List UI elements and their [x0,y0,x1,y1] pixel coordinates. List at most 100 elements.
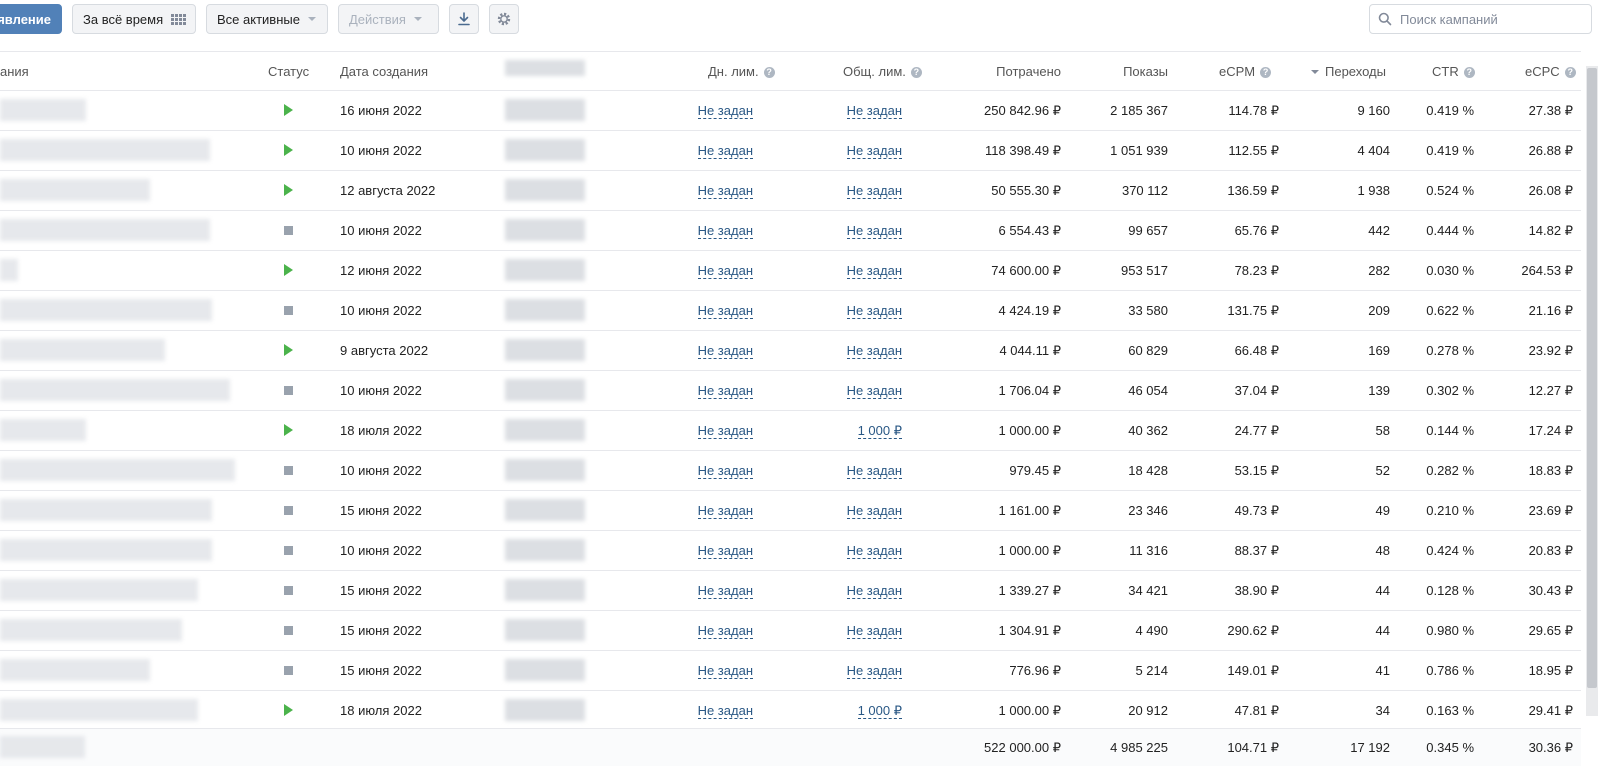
day-limit-value[interactable]: Не задан [697,263,753,279]
day-limit-link[interactable]: Не задан [697,663,753,679]
campaign-name-blurred[interactable] [0,419,86,441]
help-icon[interactable]: ? [910,67,922,78]
total-limit-link[interactable]: Не задан [846,223,902,239]
settings-button[interactable] [489,4,519,34]
header-clicks[interactable]: Переходы [1311,64,1386,79]
status-stopped-icon[interactable] [284,546,293,555]
total-limit-value[interactable]: Не задан [846,463,902,479]
header-status[interactable]: Статус [268,64,309,79]
help-icon[interactable]: ? [1564,67,1576,78]
total-limit-link[interactable]: Не задан [846,463,902,479]
total-limit-value[interactable]: Не задан [846,623,902,639]
total-limit-value[interactable]: 1 000 ₽ [857,703,902,719]
create-ad-button[interactable]: ъявление [0,4,62,34]
total-limit-value[interactable]: Не задан [846,543,902,559]
day-limit-link[interactable]: Не задан [697,383,753,399]
total-limit-link[interactable]: 1 000 ₽ [857,703,902,719]
day-limit-link[interactable]: Не задан [697,143,753,159]
status-stopped-icon[interactable] [284,226,293,235]
total-limit-link[interactable]: Не задан [846,543,902,559]
table-row[interactable]: 10 июня 2022 Не задан Не задан 118 398.49 ₽… [0,131,1581,171]
total-limit-link[interactable]: Не задан [846,663,902,679]
status-stopped-icon[interactable] [284,586,293,595]
total-limit-link[interactable]: Не задан [846,343,902,359]
day-limit-link[interactable]: Не задан [697,303,753,319]
day-limit-value[interactable]: Не задан [697,423,753,439]
status-active-icon[interactable] [284,104,293,116]
total-limit-value[interactable]: Не задан [846,223,902,239]
total-limit-value[interactable]: Не задан [846,343,902,359]
table-row[interactable]: 12 июня 2022 Не задан Не задан 74 600.00 ₽ 9… [0,251,1581,291]
status-stopped-icon[interactable] [284,306,293,315]
actions-dropdown[interactable]: Действия [338,4,439,34]
day-limit-value[interactable]: Не задан [697,623,753,639]
day-limit-value[interactable]: Не задан [697,223,753,239]
table-row[interactable]: 15 июня 2022 Не задан Не задан 1 339.27 ₽ 34… [0,571,1581,611]
campaign-name-blurred[interactable] [0,99,86,121]
day-limit-value[interactable]: Не задан [697,103,753,119]
status-active-icon[interactable] [284,704,293,716]
scrollbar-thumb[interactable] [1587,68,1597,688]
campaign-name-blurred[interactable] [0,619,182,641]
table-row[interactable]: 10 июня 2022 Не задан Не задан 979.45 ₽ 18 4… [0,451,1581,491]
header-day-limit[interactable]: Дн. лим.? [708,64,775,79]
campaign-name-blurred[interactable] [0,459,235,481]
day-limit-link[interactable]: Не задан [697,103,753,119]
campaign-name-blurred[interactable] [0,659,150,681]
day-limit-link[interactable]: Не задан [697,463,753,479]
total-limit-value[interactable]: Не задан [846,143,902,159]
day-limit-link[interactable]: Не задан [697,543,753,559]
day-limit-value[interactable]: Не задан [697,463,753,479]
day-limit-link[interactable]: Не задан [697,623,753,639]
header-impressions[interactable]: Показы [1123,64,1168,79]
total-limit-link[interactable]: Не задан [846,303,902,319]
table-row[interactable]: 10 июня 2022 Не задан Не задан 1 706.04 ₽ 46… [0,371,1581,411]
status-active-icon[interactable] [284,264,293,276]
total-limit-value[interactable]: Не задан [846,103,902,119]
total-limit-link[interactable]: Не задан [846,503,902,519]
campaign-name-blurred[interactable] [0,139,210,161]
day-limit-value[interactable]: Не задан [697,143,753,159]
day-limit-value[interactable]: Не задан [697,703,753,719]
day-limit-value[interactable]: Не задан [697,183,753,199]
campaign-search[interactable] [1369,4,1592,34]
day-limit-value[interactable]: Не задан [697,343,753,359]
table-row[interactable]: 9 августа 2022 Не задан Не задан 4 044.11 ₽… [0,331,1581,371]
total-limit-value[interactable]: Не задан [846,663,902,679]
status-stopped-icon[interactable] [284,506,293,515]
total-limit-value[interactable]: Не задан [846,263,902,279]
table-row[interactable]: 15 июня 2022 Не задан Не задан 1 304.91 ₽ 4 … [0,611,1581,651]
status-stopped-icon[interactable] [284,666,293,675]
campaign-name-blurred[interactable] [0,539,212,561]
day-limit-link[interactable]: Не задан [697,223,753,239]
day-limit-link[interactable]: Не задан [697,703,753,719]
table-row[interactable]: 18 июля 2022 Не задан 1 000 ₽ 1 000.00 ₽ 20 … [0,691,1581,731]
campaign-name-blurred[interactable] [0,379,230,401]
campaign-name-blurred[interactable] [0,299,212,321]
total-limit-value[interactable]: Не задан [846,183,902,199]
help-icon[interactable]: ? [1463,67,1475,78]
status-stopped-icon[interactable] [284,386,293,395]
header-name[interactable]: ания [0,64,29,79]
day-limit-link[interactable]: Не задан [697,503,753,519]
table-row[interactable]: 10 июня 2022 Не задан Не задан 4 424.19 ₽ 33… [0,291,1581,331]
header-spent[interactable]: Потрачено [996,64,1061,79]
period-select[interactable]: За всё время [72,4,196,34]
status-filter-dropdown[interactable]: Все активные [206,4,328,34]
total-limit-link[interactable]: Не задан [846,383,902,399]
total-limit-link[interactable]: Не задан [846,623,902,639]
search-input[interactable] [1398,10,1582,28]
status-stopped-icon[interactable] [284,466,293,475]
table-row[interactable]: 10 июня 2022 Не задан Не задан 6 554.43 ₽ 99… [0,211,1581,251]
download-button[interactable] [449,4,479,34]
total-limit-value[interactable]: Не задан [846,383,902,399]
help-icon[interactable]: ? [1260,67,1272,78]
status-stopped-icon[interactable] [284,626,293,635]
campaign-name-blurred[interactable] [0,499,212,521]
table-row[interactable]: 15 июня 2022 Не задан Не задан 776.96 ₽ 5 21… [0,651,1581,691]
campaign-name-blurred[interactable] [0,219,210,241]
day-limit-value[interactable]: Не задан [697,383,753,399]
campaign-name-blurred[interactable] [0,699,198,721]
table-row[interactable]: 16 июня 2022 Не задан Не задан 250 842.96 ₽… [0,91,1581,131]
day-limit-value[interactable]: Не задан [697,663,753,679]
